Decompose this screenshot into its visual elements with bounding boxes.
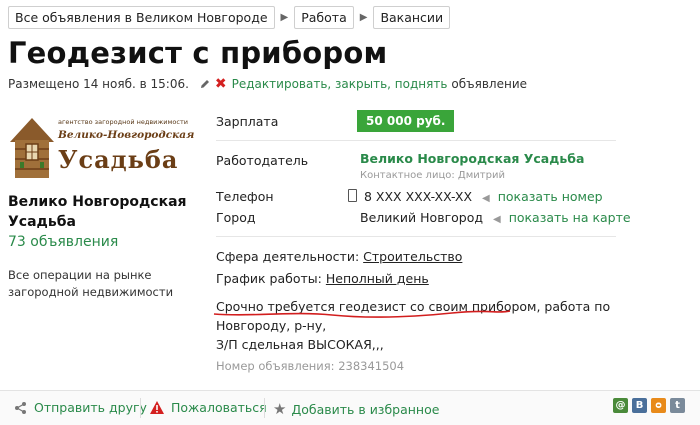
red-underline-mark [213, 310, 511, 318]
city-label: Город [216, 210, 256, 225]
sphere-row: Сфера деятельности: Строительство [216, 249, 462, 264]
seller-ads-count-link[interactable]: 73 объявления [8, 234, 118, 250]
send-to-friend-label: Отправить другу [34, 400, 147, 415]
phone-icon [348, 189, 357, 202]
seller-name-line1: Велико Новгородская [8, 194, 187, 210]
arrow-left-icon: ◀ [482, 193, 490, 204]
logo-mid-text: Велико-Новгородская [57, 129, 194, 141]
show-on-map-link[interactable]: показать на карте [509, 210, 631, 225]
posting-meta: Размещено 14 нояб. в 15:06. ✖ Редактиров… [8, 76, 527, 92]
schedule-row: График работы: Неполный день [216, 271, 429, 286]
seller-name-line2: Усадьба [8, 214, 76, 230]
schedule-value-link[interactable]: Неполный день [326, 271, 429, 286]
star-icon: ★ [273, 400, 287, 418]
vkontakte-share-icon[interactable]: B [632, 398, 647, 413]
logo-top-text: агентство загородной недвижимости [58, 118, 188, 126]
complain-button[interactable]: Пожаловаться [150, 400, 267, 415]
share-icon [15, 401, 26, 414]
divider [264, 398, 265, 418]
page-title: Геодезист с прибором [8, 36, 388, 70]
warning-icon [150, 401, 164, 414]
chevron-right-icon: ▶ [359, 11, 368, 23]
mail-share-icon[interactable]: @ [613, 398, 628, 413]
breadcrumb-item-all-ads[interactable]: Все объявления в Великом Новгороде [8, 5, 275, 29]
seller-desc-line2: загородной недвижимости [8, 285, 174, 299]
close-icon[interactable]: ✖ [215, 76, 227, 92]
add-to-favorites-button[interactable]: ★ Добавить в избранное [273, 400, 439, 418]
city-value: Великий Новгород [360, 210, 484, 225]
arrow-left-icon: ◀ [493, 214, 501, 225]
breadcrumb: Все объявления в Великом Новгороде ▶ Раб… [8, 5, 454, 29]
twitter-share-icon[interactable]: t [670, 398, 685, 413]
odnoklassniki-share-icon[interactable]: ᴑ [651, 398, 666, 413]
phone-label: Телефон [216, 189, 274, 204]
pencil-icon[interactable] [199, 78, 211, 90]
schedule-label: График работы: [216, 271, 322, 286]
city-row: Великий Новгород ◀ показать на карте [360, 210, 631, 225]
breadcrumb-item-work[interactable]: Работа [294, 5, 354, 29]
salary-label: Зарплата [216, 114, 279, 129]
company-logo: агентство загородной недвижимости Велико… [10, 118, 194, 178]
send-to-friend-button[interactable]: Отправить другу [14, 400, 147, 415]
seller-description: Все операции на рынке загородной недвижи… [8, 267, 198, 301]
divider [216, 140, 616, 141]
seller-name[interactable]: Велико Новгородская Усадьба [8, 192, 187, 232]
sphere-label: Сфера деятельности: [216, 249, 360, 264]
divider [216, 236, 616, 237]
phone-row: 8 XXX XXX-XX-XX ◀ показать номер [348, 189, 603, 204]
ad-number: Номер объявления: 238341504 [216, 359, 405, 373]
show-phone-link[interactable]: показать номер [498, 189, 603, 204]
logo-big-text: Усадьба [58, 145, 178, 174]
contact-person: Контактное лицо: Дмитрий [360, 170, 505, 181]
add-to-favorites-label: Добавить в избранное [291, 401, 440, 417]
description-line2: З/П сдельная ВЫСОКАЯ,,, [216, 337, 384, 352]
posted-date: Размещено 14 нояб. в 15:06. [8, 77, 189, 91]
chevron-right-icon: ▶ [280, 11, 289, 23]
employer-link[interactable]: Велико Новгородская Усадьба [360, 151, 584, 166]
breadcrumb-item-vacancies[interactable]: Вакансии [373, 5, 451, 29]
salary-badge: 50 000 руб. [357, 110, 455, 132]
edit-suffix: объявление [451, 77, 527, 91]
complain-label: Пожаловаться [171, 400, 267, 415]
employer-label: Работодатель [216, 153, 309, 168]
phone-value: 8 XXX XXX-XX-XX [363, 189, 473, 204]
seller-desc-line1: Все операции на рынке [8, 268, 152, 282]
divider [140, 398, 141, 418]
sphere-value-link[interactable]: Строительство [363, 249, 462, 264]
edit-link[interactable]: Редактировать, закрыть, поднять [232, 77, 448, 91]
